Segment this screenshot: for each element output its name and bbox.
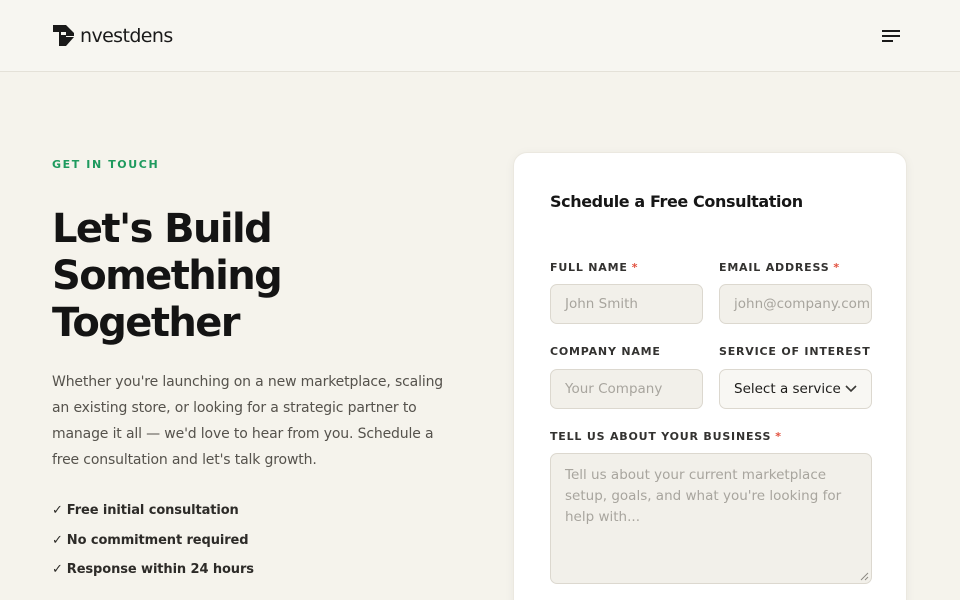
- benefit-item: ✓ Response within 24 hours: [52, 555, 254, 585]
- benefits-list: ✓ Free initial consultation ✓ No commitm…: [52, 496, 254, 585]
- business-label-text: TELL US ABOUT YOUR BUSINESS: [550, 430, 772, 443]
- required-marker: *: [631, 261, 639, 274]
- check-icon: ✓: [52, 562, 63, 578]
- company-label: COMPANY NAME: [550, 345, 661, 358]
- benefit-item: ✓ Free initial consultation: [52, 496, 254, 526]
- headline-line: Let's Build: [52, 206, 273, 252]
- check-icon: ✓: [52, 503, 63, 519]
- service-selected-value: Select a service: [734, 381, 841, 397]
- company-label-text: COMPANY NAME: [550, 345, 661, 358]
- form-title: Schedule a Free Consultation: [550, 192, 803, 211]
- brand-logo[interactable]: nvestdens: [52, 24, 173, 48]
- chevron-down-icon: [845, 385, 857, 393]
- business-label: TELL US ABOUT YOUR BUSINESS *: [550, 430, 782, 443]
- business-textarea[interactable]: Tell us about your current marketplace s…: [550, 453, 872, 584]
- required-marker: *: [833, 261, 840, 274]
- brand-name: nvestdens: [80, 25, 173, 47]
- logo-icon: [53, 25, 74, 46]
- full-name-label-text: FULL NAME: [550, 261, 628, 274]
- top-navigation-bar: nvestdens: [0, 0, 960, 72]
- business-placeholder: Tell us about your current marketplace s…: [565, 467, 842, 525]
- email-placeholder: john@company.com: [734, 296, 871, 312]
- page-headline: Let's Build Something Together: [52, 206, 472, 347]
- company-placeholder: Your Company: [565, 381, 663, 397]
- service-label: SERVICE OF INTEREST: [719, 345, 871, 358]
- full-name-input[interactable]: John Smith: [550, 284, 703, 324]
- required-marker: *: [775, 430, 782, 443]
- email-input[interactable]: john@company.com: [719, 284, 872, 324]
- benefit-item: ✓ No commitment required: [52, 526, 254, 556]
- menu-button[interactable]: [876, 24, 906, 48]
- email-label: EMAIL ADDRESS *: [719, 261, 840, 274]
- company-input[interactable]: Your Company: [550, 369, 703, 409]
- check-icon: ✓: [52, 532, 63, 548]
- headline-line: Something: [52, 253, 283, 299]
- benefit-text: Response within 24 hours: [66, 562, 254, 578]
- consultation-form-card: Schedule a Free Consultation FULL NAME * …: [513, 152, 907, 600]
- service-select[interactable]: Select a service: [719, 369, 872, 409]
- section-eyebrow: GET IN TOUCH: [52, 158, 160, 171]
- service-label-text: SERVICE OF INTEREST: [719, 345, 871, 358]
- email-label-text: EMAIL ADDRESS: [719, 261, 830, 274]
- full-name-label: FULL NAME *: [550, 261, 638, 274]
- headline-line: Together: [52, 300, 240, 346]
- intro-paragraph: Whether you're launching on a new market…: [52, 374, 444, 468]
- benefit-text: Free initial consultation: [66, 503, 239, 519]
- hamburger-menu-icon: [882, 30, 900, 42]
- resize-handle-icon[interactable]: [860, 572, 869, 581]
- full-name-placeholder: John Smith: [565, 296, 638, 312]
- benefit-text: No commitment required: [66, 532, 249, 548]
